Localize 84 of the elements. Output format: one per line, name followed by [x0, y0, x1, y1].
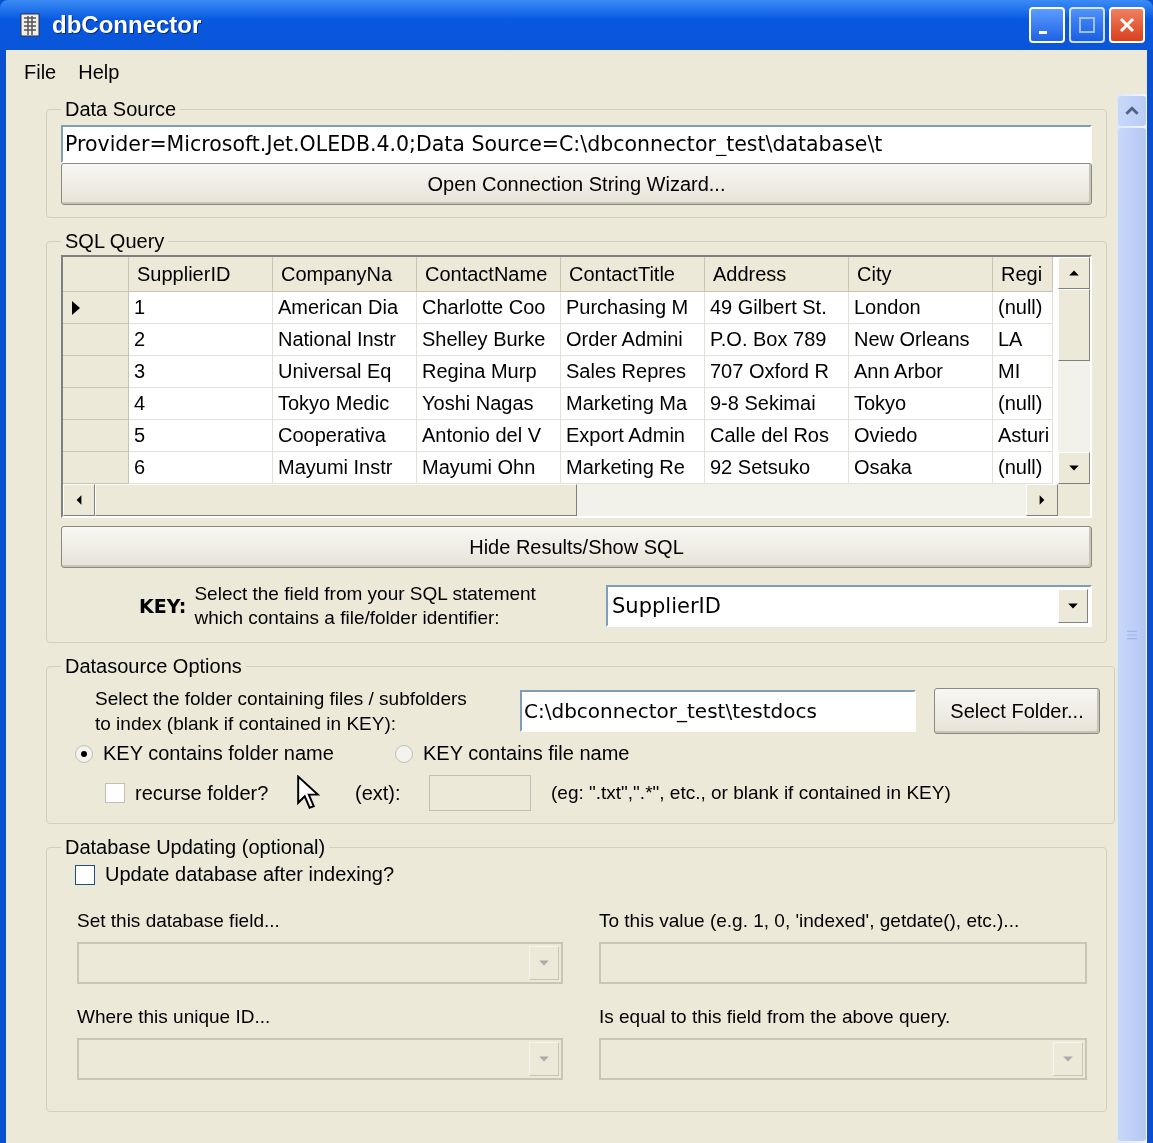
group-title: SQL Query — [64, 230, 166, 253]
table-cell: Tokyo Medic — [273, 388, 417, 420]
table-cell: Yoshi Nagas — [417, 388, 561, 420]
key-dropdown[interactable]: SupplierID — [606, 585, 1092, 627]
table-cell: Regina Murp — [417, 356, 561, 388]
table-cell: 9-8 Sekimai — [705, 388, 849, 420]
row-header — [63, 257, 129, 292]
grip-icon — [1126, 629, 1138, 640]
minimize-button[interactable] — [1029, 7, 1065, 43]
window-title: dbConnector — [52, 11, 202, 39]
wizard-button[interactable]: Open Connection String Wizard... — [61, 163, 1092, 205]
close-button[interactable] — [1109, 7, 1145, 43]
menu-item[interactable]: File — [24, 60, 57, 84]
recurse-checkbox[interactable]: recurse folder? — [105, 781, 355, 805]
scrollbar-corner — [1058, 484, 1090, 516]
row-header[interactable] — [63, 292, 129, 324]
folder-field[interactable]: C:\dbconnector_test\testdocs — [520, 690, 916, 732]
table-cell: 4 — [129, 388, 273, 420]
close-icon — [1117, 15, 1137, 35]
column-header[interactable]: CompanyNa — [273, 257, 417, 292]
group-title: Data Source — [64, 98, 178, 121]
table-cell: 5 — [129, 420, 273, 452]
table-cell: Charlotte Coo — [417, 292, 561, 324]
current-row-icon — [71, 299, 81, 316]
table-cell: New Orleans — [849, 324, 993, 356]
table-cell: Sales Repres — [561, 356, 705, 388]
field-label: To this value (e.g. 1, 0, 'indexed', getdate(), etc.)... — [599, 910, 1021, 932]
table-cell: Purchasing M — [561, 292, 705, 324]
table-cell: American Dia — [273, 292, 417, 324]
vertical-scrollbar[interactable] — [1058, 257, 1090, 484]
table-cell: MI — [993, 356, 1053, 388]
maximize-button[interactable] — [1069, 7, 1105, 43]
app-icon — [20, 13, 40, 37]
table-cell: Tokyo — [849, 388, 993, 420]
table-cell: Order Admini — [561, 324, 705, 356]
table-cell: P.O. Box 789 — [705, 324, 849, 356]
radio-option[interactable]: KEY contains file name — [395, 742, 630, 765]
column-header[interactable]: SupplierID — [129, 257, 273, 292]
group-title: Datasource Options — [64, 655, 243, 678]
table-cell: Universal Eq — [273, 356, 417, 388]
table-cell: Export Admin — [561, 420, 705, 452]
column-header[interactable]: Address — [705, 257, 849, 292]
ext-label: (ext): — [355, 781, 402, 805]
table-cell: Ann Arbor — [849, 356, 993, 388]
radio-option[interactable]: KEY contains folder name — [75, 742, 395, 765]
field-label: Is equal to this field from the above query. — [599, 1006, 952, 1028]
table-cell: LA — [993, 324, 1053, 356]
update-checkbox[interactable]: Update database after indexing? — [75, 863, 1092, 886]
group-title: Database Updating (optional) — [64, 836, 327, 859]
table-cell: 2 — [129, 324, 273, 356]
column-header[interactable]: ContactName — [417, 257, 561, 292]
column-header[interactable]: Regi — [993, 257, 1053, 292]
key-label: KEY: — [139, 595, 187, 617]
column-header[interactable]: City — [849, 257, 993, 292]
table-cell: Oviedo — [849, 420, 993, 452]
table-cell: Marketing Ma — [561, 388, 705, 420]
key-hint: Select the field from your SQL statement which contains a file/folder identifier: — [194, 582, 537, 630]
table-cell: 3 — [129, 356, 273, 388]
table-cell: (null) — [993, 292, 1053, 324]
folder-label: Select the folder containing files / subfolders to index (blank if contained in KEY): — [95, 687, 468, 736]
field-label: Where this unique ID... — [77, 1006, 272, 1028]
vertical-scrollbar[interactable] — [1117, 94, 1147, 1143]
table-cell: Antonio del V — [417, 420, 561, 452]
table-cell: Calle del Ros — [705, 420, 849, 452]
table-cell: 49 Gilbert St. — [705, 292, 849, 324]
ext-hint: (eg: ".txt",".*", etc., or blank if contained in KEY) — [551, 782, 951, 804]
toggle-results-button[interactable]: Hide Results/Show SQL — [61, 526, 1092, 568]
select-folder-button[interactable]: Select Folder... — [934, 688, 1100, 734]
connection-string-field[interactable]: Provider=Microsoft.Jet.OLEDB.4.0;Data Source=C:\dbconnector_test\database\t — [61, 125, 1092, 163]
table-cell: Asturi — [993, 420, 1053, 452]
table-cell: Cooperativa — [273, 420, 417, 452]
table-cell: 707 Oxford R — [705, 356, 849, 388]
table-cell: (null) — [993, 388, 1053, 420]
mouse-pointer-icon — [296, 775, 320, 811]
table-cell: 1 — [129, 292, 273, 324]
field-label: Set this database field... — [77, 910, 281, 932]
minimize-icon — [1039, 30, 1047, 34]
column-header[interactable]: ContactTitle — [561, 257, 705, 292]
menu-item[interactable]: Help — [78, 60, 120, 84]
table-cell: Shelley Burke — [417, 324, 561, 356]
horizontal-scrollbar[interactable] — [63, 484, 1058, 516]
table-cell: National Instr — [273, 324, 417, 356]
table-cell: London — [849, 292, 993, 324]
maximize-icon — [1077, 15, 1097, 35]
